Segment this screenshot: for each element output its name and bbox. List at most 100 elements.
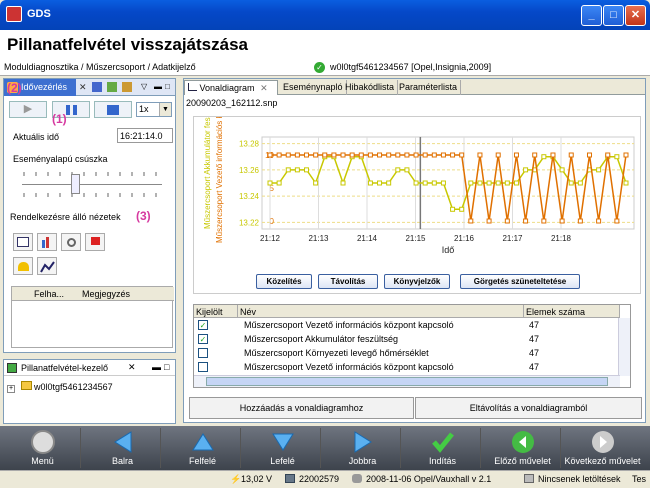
left-tabbar: Idővezérlés ✕ ▽ ▬ □ (4, 79, 175, 96)
tab-dtc-list[interactable]: Hibakódlista (342, 80, 399, 95)
minimize-panel-icon[interactable]: ▬ (154, 82, 164, 92)
device-icon (285, 474, 295, 483)
zoom-out-button[interactable]: Távolítás (318, 274, 378, 289)
settings-view-icon[interactable] (61, 233, 81, 251)
notes-header: Felha... Megjegyzés (12, 287, 174, 301)
right-button[interactable]: Jobbra (324, 428, 401, 468)
table-row[interactable]: ✓ Műszercsoport Akkumulátor feszültség 47 (194, 333, 620, 346)
arrow-left-icon (114, 431, 132, 453)
vehicle-info: w0l0tgf5461234567 [Opel,Insignia,2009] (330, 62, 492, 72)
close-tab-icon[interactable]: ✕ (260, 83, 268, 93)
parameter-table: Kijelölt Név Elemek száma ✓ Műszercsoport… (193, 304, 631, 388)
chevron-down-icon: ▼ (159, 103, 171, 116)
close-tree-icon[interactable]: ✕ (128, 362, 136, 373)
data-point (367, 180, 373, 186)
menu-icon (31, 430, 55, 454)
panel-icon-1[interactable] (92, 82, 102, 92)
row-count: 47 (529, 362, 540, 372)
line-chart-icon (188, 83, 197, 91)
play-button[interactable]: ▶ (9, 101, 47, 118)
view-menu-icon[interactable]: ▽ (141, 82, 151, 92)
panel-icon-2[interactable] (107, 82, 117, 92)
close-tab-icon[interactable]: ✕ (79, 82, 89, 92)
data-point (614, 154, 620, 160)
data-point (450, 206, 456, 212)
menu-button[interactable]: Menü (4, 428, 81, 468)
data-point (377, 180, 383, 186)
panel-icon-3[interactable] (122, 82, 132, 92)
vehicle-status-icon: ✓ (314, 62, 325, 73)
row-checkbox[interactable]: ✓ (198, 334, 208, 344)
maximize-button[interactable]: □ (603, 5, 624, 26)
right-label: Jobbra (348, 456, 377, 466)
data-point (313, 152, 319, 158)
row-checkbox[interactable] (198, 348, 208, 358)
table-row[interactable]: Műszercsoport Vezető információs központ… (194, 361, 620, 374)
data-point (568, 152, 574, 158)
tab-event-log[interactable]: Eseménynapló (280, 80, 347, 95)
stop-button[interactable] (94, 101, 132, 118)
row-checkbox[interactable] (198, 362, 208, 372)
data-point (459, 206, 465, 212)
down-label: Lefelé (270, 456, 295, 466)
minimize-button[interactable]: _ (581, 5, 602, 26)
breadcrumb: Moduldiagnosztika / Műszercsoport / Adat… (4, 62, 196, 72)
x-axis-label: Idő (442, 245, 455, 255)
tab-parameter-list[interactable]: Paraméterlista (396, 80, 462, 95)
event-slider-thumb[interactable] (71, 174, 81, 194)
y-tick-label-left: 13.26 (239, 166, 260, 175)
gauge-view-icon[interactable] (13, 257, 33, 275)
playback-speed-select[interactable]: 1x ▼ (136, 102, 172, 117)
data-point (623, 152, 629, 158)
up-button[interactable]: Felfelé (164, 428, 241, 468)
next-action-button[interactable]: Következő művelet (564, 428, 641, 468)
add-to-chart-button[interactable]: Hozzáadás a vonaldiagramhoz (189, 397, 414, 419)
app-icon (6, 6, 22, 22)
previous-label: Előző művelet (494, 456, 551, 466)
row-checkbox[interactable]: ✓ (198, 320, 208, 330)
scroll-thumb[interactable] (206, 377, 608, 386)
flag-view-icon[interactable] (85, 233, 105, 251)
line-chart: 13.2813.2613.2413.221050Műszercsoport Ak… (193, 101, 641, 294)
table-row[interactable]: Műszercsoport Környezeti levegő hőmérsék… (194, 347, 620, 360)
zoom-in-button[interactable]: Közelítés (256, 274, 312, 289)
tree-item[interactable]: + w0l0tgf5461234567 (7, 381, 113, 393)
bookmarks-button[interactable]: Könyvjelzők (384, 274, 450, 289)
current-time-field[interactable]: 16:21:14.0 (117, 128, 173, 143)
previous-action-button[interactable]: Előző művelet (484, 428, 561, 468)
y-axis-label-right: Műszercsoport Vezető információs közp (215, 117, 224, 243)
data-point (541, 218, 547, 224)
arrow-up-icon (192, 433, 214, 451)
table-view-icon[interactable] (13, 233, 33, 251)
data-point (422, 180, 428, 186)
data-point (404, 167, 410, 173)
data-point (559, 167, 565, 173)
pause-scroll-button[interactable]: Görgetés szüneteltetése (460, 274, 580, 289)
views-label: Rendelkezésre álló nézetek (10, 212, 121, 222)
expand-icon[interactable]: + (7, 385, 15, 393)
y-axis-label-left: Műszercsoport Akkumulátor fesz (203, 117, 212, 229)
table-row[interactable]: ✓ Műszercsoport Vezető információs közpon… (194, 319, 620, 332)
tab-line-diagram[interactable]: Vonaldiagram ✕ (184, 80, 278, 95)
table-horizontal-scrollbar[interactable] (194, 375, 620, 387)
remove-from-chart-button[interactable]: Eltávolítás a vonaldiagramból (415, 397, 642, 419)
row-name: Műszercsoport Vezető információs központ… (244, 320, 454, 330)
bar-chart-view-icon[interactable] (37, 233, 57, 251)
snapshot-filename: 20090203_162112.snp (186, 98, 278, 108)
tree-header: Pillanatfelvétel-kezelő ✕ ▬ □ (4, 360, 175, 376)
data-point (422, 152, 428, 158)
x-tick-label: 21:12 (260, 234, 281, 243)
left-button[interactable]: Balra (84, 428, 161, 468)
data-point (358, 152, 364, 158)
row-name: Műszercsoport Környezeti levegő hőmérsék… (244, 348, 429, 358)
notes-table: Felha... Megjegyzés (11, 286, 174, 348)
maximize-tree-icon[interactable]: □ (164, 362, 169, 372)
y-tick-label-left: 13.22 (239, 218, 260, 227)
down-button[interactable]: Lefelé (244, 428, 321, 468)
table-vertical-scrollbar[interactable] (618, 318, 630, 376)
maximize-panel-icon[interactable]: □ (165, 82, 175, 92)
start-button[interactable]: Indítás (404, 428, 481, 468)
minimize-tree-icon[interactable]: ▬ (152, 362, 161, 372)
close-button[interactable]: ✕ (625, 5, 646, 26)
line-chart-view-icon[interactable] (37, 257, 57, 275)
